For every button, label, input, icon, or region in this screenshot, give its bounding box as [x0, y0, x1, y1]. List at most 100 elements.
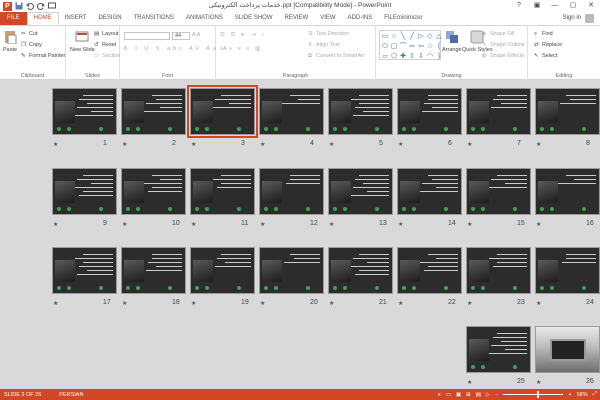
normal-view-icon[interactable]: ▣	[456, 392, 461, 398]
comments-icon[interactable]: ▭	[446, 392, 451, 398]
transition-star-icon[interactable]: ★	[398, 221, 403, 228]
reading-view-icon[interactable]: ▤	[476, 392, 481, 398]
fit-slide-icon[interactable]: ⤢	[593, 391, 597, 398]
slide-thumbnail-23[interactable]	[466, 247, 531, 294]
slide-thumbnail-7[interactable]	[466, 88, 531, 135]
transition-star-icon[interactable]: ★	[191, 300, 196, 307]
transition-star-icon[interactable]: ★	[122, 300, 127, 307]
redo-icon[interactable]	[36, 2, 45, 10]
slide-thumbnail-6[interactable]	[397, 88, 462, 135]
alignment-buttons[interactable]: ≡ ≡ ≡ ≡ ▥	[220, 46, 262, 52]
font-grow-shrink[interactable]: A A	[192, 32, 200, 38]
transition-star-icon[interactable]: ★	[191, 221, 196, 228]
font-size-field[interactable]: 44	[172, 32, 190, 40]
slide-thumbnail-26[interactable]	[535, 326, 600, 373]
slide-thumbnail-17[interactable]	[52, 247, 117, 294]
slide-thumbnail-5[interactable]	[328, 88, 393, 135]
transition-star-icon[interactable]: ★	[467, 221, 472, 228]
layout-button[interactable]: ▤ Layout	[94, 31, 119, 37]
font-style-buttons[interactable]: B I U S abc AV Aa A	[124, 46, 230, 52]
tab-home[interactable]: HOME	[26, 12, 59, 25]
slide-thumbnail-15[interactable]	[466, 168, 531, 215]
slide-thumbnail-14[interactable]	[397, 168, 462, 215]
list-buttons[interactable]: ☰ ☰ ⇤ ⇥ ↕	[220, 32, 266, 38]
slide-thumbnail-3[interactable]	[187, 85, 258, 138]
slide-thumbnail-1[interactable]	[52, 88, 117, 135]
tab-add-ins[interactable]: ADD-INS	[342, 12, 379, 25]
replace-button[interactable]: ⇄ Replace	[534, 42, 562, 48]
transition-star-icon[interactable]: ★	[467, 379, 472, 386]
copy-button[interactable]: ❐ Copy	[21, 42, 42, 48]
tab-file[interactable]: FILE	[0, 12, 27, 25]
transition-star-icon[interactable]: ★	[191, 141, 196, 148]
slide-thumbnail-9[interactable]	[52, 168, 117, 215]
start-slideshow-icon[interactable]	[48, 2, 56, 10]
paste-button[interactable]: Paste	[3, 30, 17, 53]
transition-star-icon[interactable]: ★	[53, 221, 58, 228]
reset-button[interactable]: ↺ Reset	[94, 42, 116, 48]
undo-icon[interactable]	[26, 2, 35, 10]
tab-insert[interactable]: INSERT	[59, 12, 93, 25]
tab-design[interactable]: DESIGN	[93, 12, 128, 25]
select-button[interactable]: ↖ Select	[534, 53, 557, 59]
tab-view[interactable]: VIEW	[314, 12, 341, 25]
align-text-button[interactable]: ⇕ Align Text	[308, 42, 340, 48]
tab-fileminimizer[interactable]: FILEminimizer	[378, 12, 428, 25]
sign-in-link[interactable]: Sign in	[563, 12, 581, 25]
slide-thumbnail-13[interactable]	[328, 168, 393, 215]
transition-star-icon[interactable]: ★	[260, 221, 265, 228]
slide-thumbnail-24[interactable]	[535, 247, 600, 294]
shape-outline-button[interactable]: ✎ Shape Outline	[482, 42, 525, 48]
new-slide-button[interactable]: New Slide	[70, 30, 95, 53]
transition-star-icon[interactable]: ★	[329, 221, 334, 228]
transition-star-icon[interactable]: ★	[122, 221, 127, 228]
slide-thumbnail-12[interactable]	[259, 168, 324, 215]
transition-star-icon[interactable]: ★	[260, 300, 265, 307]
transition-star-icon[interactable]: ★	[122, 141, 127, 148]
transition-star-icon[interactable]: ★	[53, 300, 58, 307]
shape-fill-button[interactable]: ◈ Shape Fill	[482, 31, 514, 37]
shapes-gallery[interactable]: ▭ ○ ╲ ╱ ▷ ◇ △ ⬭ ▢ ⌒ ⇨ ⇦ ☆{ ▱ ⬠ ✚ ⇧ ⇩ ◠}	[379, 30, 442, 60]
help-button[interactable]: ?	[510, 0, 528, 12]
shape-effects-button[interactable]: ◍ Shape Effects	[482, 53, 524, 59]
transition-star-icon[interactable]: ★	[329, 141, 334, 148]
save-icon[interactable]	[15, 2, 23, 10]
slide-thumbnail-19[interactable]	[190, 247, 255, 294]
zoom-out-icon[interactable]: −	[495, 392, 498, 398]
slide-thumbnail-4[interactable]	[259, 88, 324, 135]
zoom-slider[interactable]	[503, 391, 564, 398]
transition-star-icon[interactable]: ★	[536, 300, 541, 307]
sorter-view-icon[interactable]: ⊞	[466, 392, 471, 398]
transition-star-icon[interactable]: ★	[260, 141, 265, 148]
slide-thumbnail-2[interactable]	[121, 88, 186, 135]
transition-star-icon[interactable]: ★	[53, 141, 58, 148]
font-name-field[interactable]	[124, 32, 170, 40]
close-button[interactable]: ✕	[582, 0, 600, 12]
slide-thumbnail-20[interactable]	[259, 247, 324, 294]
minimize-button[interactable]: —	[546, 0, 564, 12]
slide-thumbnail-16[interactable]	[535, 168, 600, 215]
convert-smartart-button[interactable]: ⧉ Convert to SmartArt	[308, 53, 365, 59]
tab-animations[interactable]: ANIMATIONS	[180, 12, 229, 25]
find-button[interactable]: ⌕ Find	[534, 31, 553, 37]
notes-icon[interactable]: ≡	[437, 392, 440, 398]
transition-star-icon[interactable]: ★	[329, 300, 334, 307]
transition-star-icon[interactable]: ★	[467, 300, 472, 307]
tab-transitions[interactable]: TRANSITIONS	[128, 12, 180, 25]
zoom-level[interactable]: 58%	[577, 392, 588, 398]
section-button[interactable]: ▭ Section	[94, 53, 120, 59]
maximize-button[interactable]: ▢	[564, 0, 582, 12]
arrange-button[interactable]: Arrange	[442, 30, 462, 53]
zoom-slider-knob[interactable]	[537, 391, 540, 398]
tab-review[interactable]: REVIEW	[279, 12, 315, 25]
transition-star-icon[interactable]: ★	[467, 141, 472, 148]
slide-thumbnail-8[interactable]	[535, 88, 600, 135]
slide-thumbnail-18[interactable]	[121, 247, 186, 294]
zoom-in-icon[interactable]: +	[568, 392, 571, 398]
slide-thumbnail-10[interactable]	[121, 168, 186, 215]
slide-thumbnail-11[interactable]	[190, 168, 255, 215]
avatar[interactable]	[585, 14, 594, 23]
slideshow-view-icon[interactable]: ▷	[486, 392, 490, 398]
slide-thumbnail-25[interactable]	[466, 326, 531, 373]
text-direction-button[interactable]: ⇅ Text Direction	[308, 31, 349, 37]
